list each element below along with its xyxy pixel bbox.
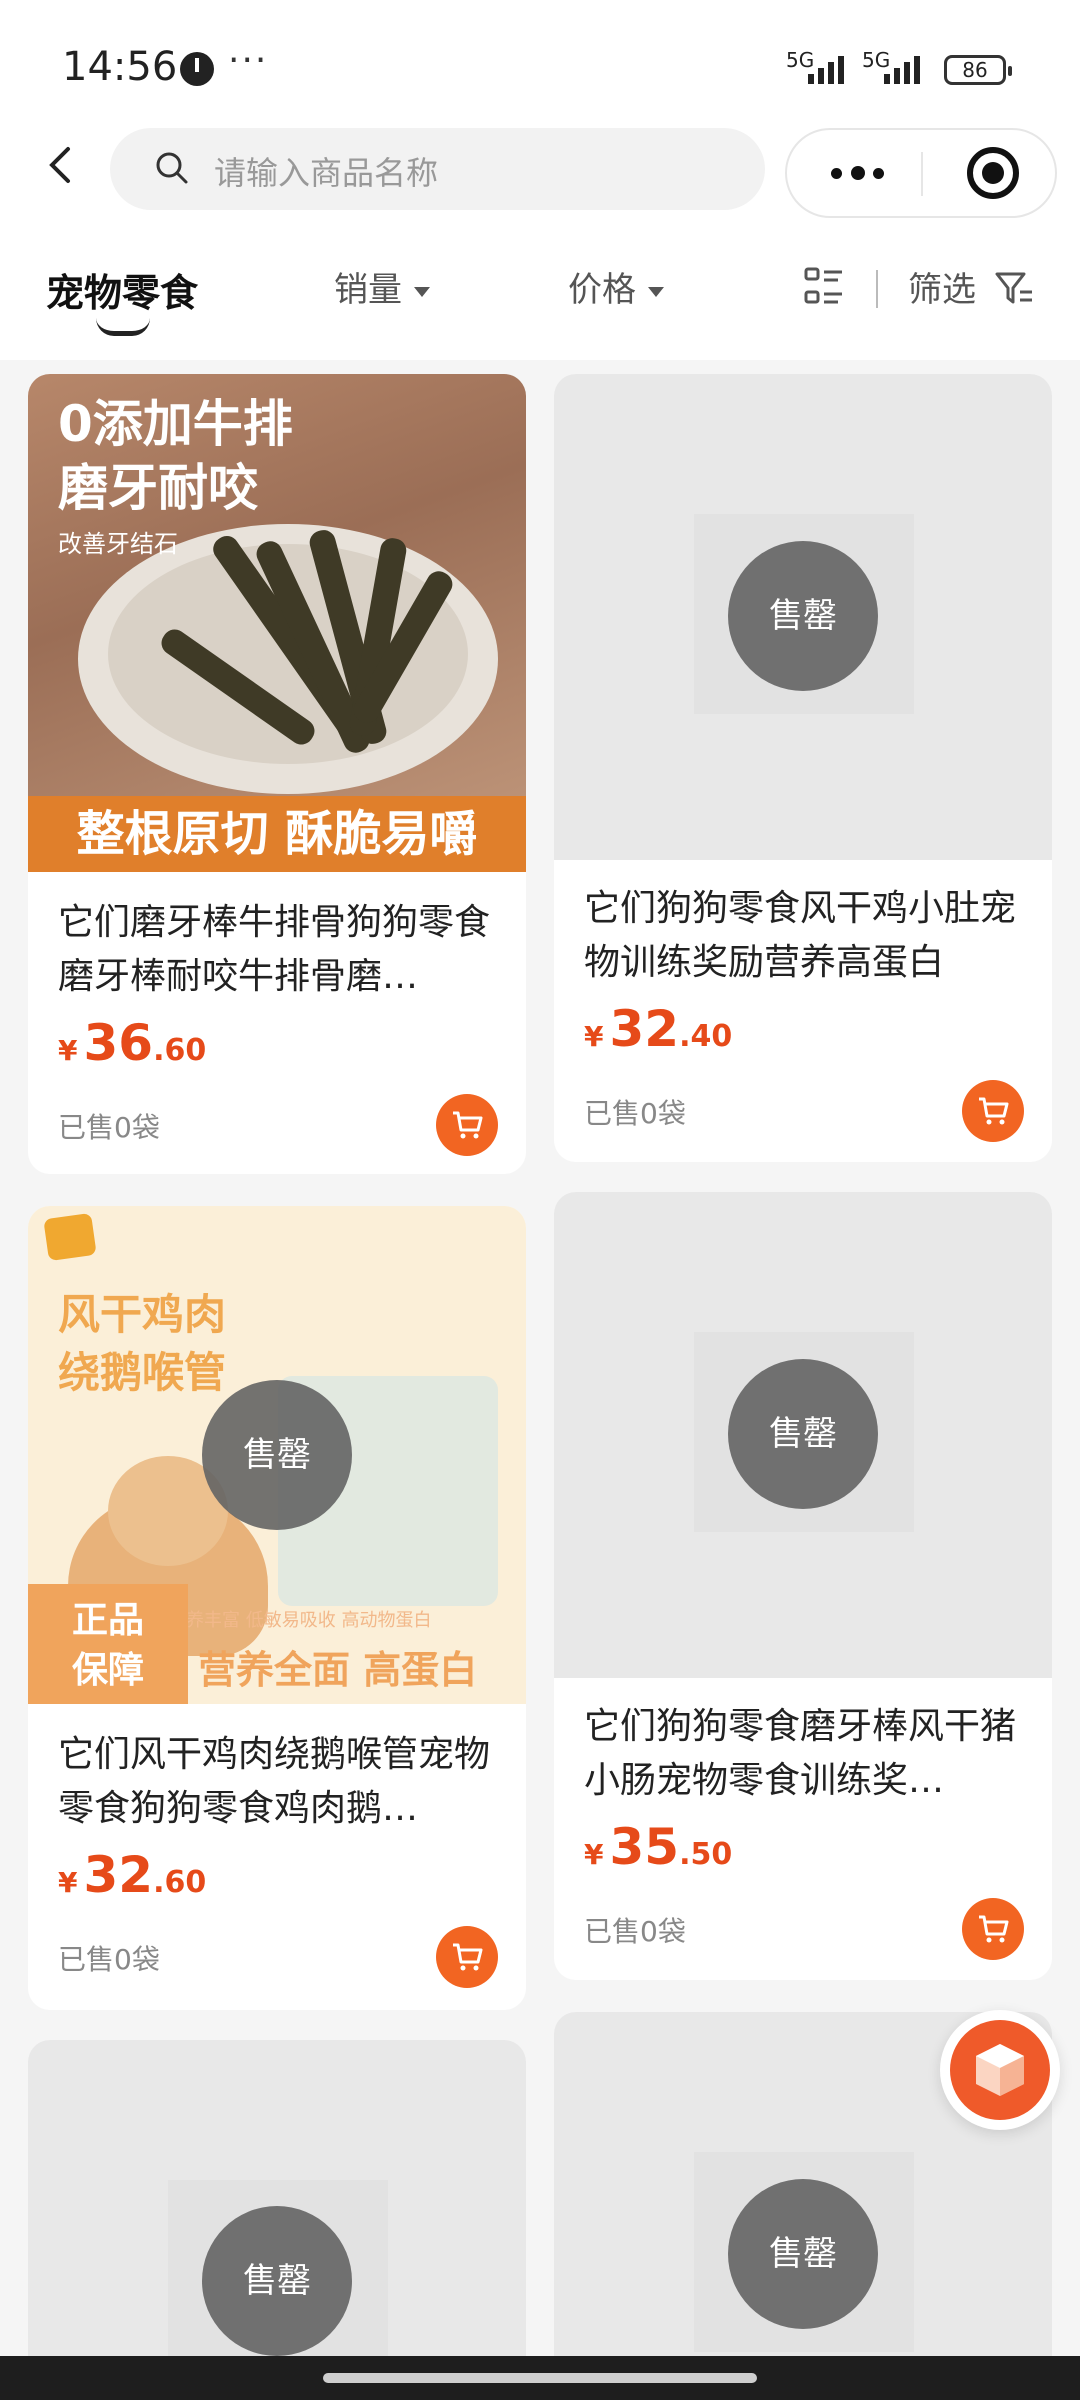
image-slogan: 营养全面 高蛋白 xyxy=(198,1648,478,1692)
add-to-cart-button[interactable] xyxy=(436,1926,498,1988)
brand-logo xyxy=(43,1212,97,1262)
price-decimal: .50 xyxy=(679,1837,733,1872)
product-image-placeholder: 售罄 xyxy=(554,1192,1052,1678)
search-bar[interactable]: 请输入商品名称 xyxy=(110,128,765,210)
cart-icon xyxy=(453,1943,483,1971)
status-more: ··· xyxy=(228,40,269,81)
close-miniprogram-icon[interactable] xyxy=(967,147,1019,199)
cart-icon xyxy=(453,1111,483,1139)
product-price: ¥32.60 xyxy=(58,1846,206,1904)
sold-out-badge: 售罄 xyxy=(202,2206,352,2356)
product-title[interactable]: 它们狗狗零食风干鸡小肚宠物训练奖励营养高蛋白 xyxy=(584,882,1024,990)
sold-out-badge: 售罄 xyxy=(202,1380,352,1530)
search-placeholder: 请输入商品名称 xyxy=(214,154,439,192)
box-icon xyxy=(976,2044,1024,2096)
product-image-placeholder: 售罄 xyxy=(554,374,1052,860)
active-tab-indicator xyxy=(96,318,150,336)
sold-out-badge: 售罄 xyxy=(728,1359,878,1509)
floating-cart-button[interactable] xyxy=(940,2010,1060,2130)
image-tag: 正品 保障 xyxy=(28,1584,188,1704)
product-image: 风干鸡肉 绕鹅喉管 营养丰富 低敏易吸收 高动物蛋白 正品 保障 营养全面 高蛋… xyxy=(28,1206,526,1704)
sold-count: 已售0袋 xyxy=(584,1915,686,1948)
sort-sales-label: 销量 xyxy=(334,270,402,310)
currency-symbol: ¥ xyxy=(58,1034,78,1067)
image-subline: 营养丰富 低敏易吸收 高动物蛋白 xyxy=(168,1610,432,1631)
status-bar: 14:56 ··· 5G 5G 86 xyxy=(0,0,1080,130)
capsule-divider xyxy=(921,152,923,196)
product-card[interactable]: 售罄 xyxy=(28,2040,526,2400)
more-menu-button[interactable] xyxy=(827,156,887,186)
search-icon xyxy=(156,152,188,184)
add-to-cart-button[interactable] xyxy=(962,1080,1024,1142)
sort-sales[interactable]: 销量 xyxy=(334,262,430,311)
sold-out-badge: 售罄 xyxy=(728,541,878,691)
product-price: ¥35.50 xyxy=(584,1818,732,1876)
price-decimal: .40 xyxy=(679,1019,733,1054)
sold-count: 已售0袋 xyxy=(584,1097,686,1130)
mini-program-capsule xyxy=(785,128,1057,218)
add-to-cart-button[interactable] xyxy=(436,1094,498,1156)
product-image: 0添加牛排 磨牙耐咬 改善牙结石 整根原切 酥脆易嚼 xyxy=(28,374,526,872)
price-integer: 32 xyxy=(609,1000,680,1058)
signal-label-1: 5G xyxy=(786,48,815,72)
price-integer: 32 xyxy=(83,1846,154,1904)
clock-icon xyxy=(180,52,214,86)
product-image-placeholder: 售罄 xyxy=(28,2040,526,2400)
price-integer: 36 xyxy=(83,1014,154,1072)
price-decimal: .60 xyxy=(153,1033,207,1068)
currency-symbol: ¥ xyxy=(584,1020,604,1053)
signal-label-2: 5G xyxy=(862,48,891,72)
funnel-icon[interactable] xyxy=(994,268,1034,308)
filter-button[interactable]: 筛选 xyxy=(908,262,976,311)
layout-toggle-icon[interactable] xyxy=(804,266,844,306)
home-indicator[interactable] xyxy=(323,2373,757,2383)
back-button[interactable] xyxy=(42,145,82,185)
add-to-cart-button[interactable] xyxy=(962,1898,1024,1960)
tab-category[interactable]: 宠物零食 xyxy=(46,262,198,317)
image-headline: 风干鸡肉 绕鹅喉管 xyxy=(58,1290,227,1397)
sold-count: 已售0袋 xyxy=(58,1111,160,1144)
system-nav-bar xyxy=(0,2356,1080,2400)
status-time: 14:56 xyxy=(62,44,178,90)
caret-down-icon xyxy=(648,286,664,297)
sold-count: 已售0袋 xyxy=(58,1943,160,1976)
sort-price[interactable]: 价格 xyxy=(568,262,664,311)
product-card[interactable]: 风干鸡肉 绕鹅喉管 营养丰富 低敏易吸收 高动物蛋白 正品 保障 营养全面 高蛋… xyxy=(28,1206,526,2010)
product-price: ¥36.60 xyxy=(58,1014,206,1072)
sold-out-badge: 售罄 xyxy=(728,2179,878,2329)
battery-icon: 86 xyxy=(944,55,1012,85)
sort-price-label: 价格 xyxy=(568,270,636,310)
cart-icon xyxy=(979,1097,1009,1125)
filter-divider xyxy=(876,270,878,308)
currency-symbol: ¥ xyxy=(584,1838,604,1871)
image-band: 整根原切 酥脆易嚼 xyxy=(28,796,526,872)
caret-down-icon xyxy=(414,286,430,297)
product-title[interactable]: 它们磨牙棒牛排骨狗狗零食磨牙棒耐咬牛排骨磨… xyxy=(58,896,498,1004)
product-card[interactable]: 售罄 它们狗狗零食磨牙棒风干猪小肠宠物零食训练奖… ¥35.50 已售0袋 xyxy=(554,1192,1052,1980)
image-headline: 0添加牛排 磨牙耐咬 xyxy=(58,395,293,517)
product-title[interactable]: 它们风干鸡肉绕鹅喉管宠物零食狗狗零食鸡肉鹅… xyxy=(58,1728,498,1836)
product-title[interactable]: 它们狗狗零食磨牙棒风干猪小肠宠物零食训练奖… xyxy=(584,1700,1024,1808)
product-card[interactable]: 售罄 它们狗狗零食风干鸡小肚宠物训练奖励营养高蛋白 ¥32.40 已售0袋 xyxy=(554,374,1052,1162)
price-decimal: .60 xyxy=(153,1865,207,1900)
product-price: ¥32.40 xyxy=(584,1000,732,1058)
currency-symbol: ¥ xyxy=(58,1866,78,1899)
product-card[interactable]: 0添加牛排 磨牙耐咬 改善牙结石 整根原切 酥脆易嚼 它们磨牙棒牛排骨狗狗零食磨… xyxy=(28,374,526,1174)
price-integer: 35 xyxy=(609,1818,680,1876)
battery-level: 86 xyxy=(962,58,988,82)
cart-icon xyxy=(979,1915,1009,1943)
chevron-left-icon xyxy=(49,147,70,183)
filter-bar: 宠物零食 销量 价格 筛选 xyxy=(0,250,1080,340)
image-subline: 改善牙结石 xyxy=(58,530,178,558)
